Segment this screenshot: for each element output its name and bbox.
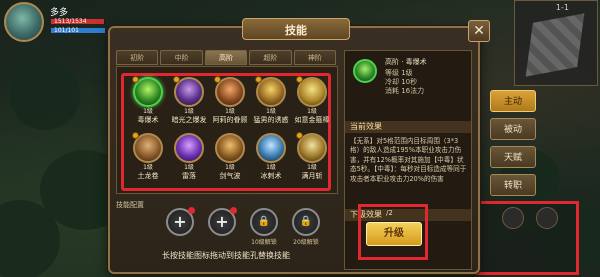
- dialog-title-plate: 技能: [242, 18, 350, 40]
- skill-name-label: 剑气波: [219, 172, 241, 180]
- skill-marker-icon: [132, 132, 139, 139]
- skill-icon[interactable]: [132, 76, 163, 107]
- skill-level-label: 1级: [143, 108, 153, 115]
- skill-icon[interactable]: [296, 132, 327, 163]
- skill-marker-icon: [296, 76, 303, 83]
- map-label: 1-1: [555, 3, 569, 12]
- mp-bar: 101/101: [50, 27, 106, 34]
- skill-level-label: 1级: [307, 108, 317, 115]
- skill-name-label: 雷落: [182, 172, 196, 180]
- slot-unlock-caption: 10级解锁: [251, 239, 277, 246]
- current-effect-heading: 当前效果: [345, 121, 471, 133]
- drag-hint: 长按技能图标拖动到技能孔替换技能: [162, 251, 290, 260]
- skill-level-label: 1级: [143, 164, 153, 171]
- side-menu-button[interactable]: 被动: [490, 118, 536, 140]
- skill-grid: 1级 毒爆术 1级 暗光之爆发 1级 阿莉的眷顾 1级 猛男的诱惑 1级 如意金箍棒 1级 土龙卷 1级…: [116, 66, 338, 194]
- skill-item[interactable]: 1级 冰刺术: [252, 133, 290, 185]
- skill-icon[interactable]: [215, 133, 245, 163]
- skill-icon[interactable]: [132, 132, 163, 163]
- skill-slots: + + 🔒 10级解锁 🔒 20级解锁: [166, 206, 336, 246]
- add-skill-slot[interactable]: +: [208, 207, 237, 236]
- skill-name-label: 冰刺术: [260, 172, 282, 180]
- action-button-area[interactable]: [476, 201, 579, 275]
- dialog-title: 技能: [285, 24, 307, 37]
- upgrade-button[interactable]: 升级: [366, 222, 422, 246]
- skill-name-label: 满月斩: [301, 172, 323, 180]
- skill-item[interactable]: 1级 剑气波: [211, 133, 249, 185]
- side-menu-button[interactable]: 转职: [490, 174, 536, 196]
- skill-marker-icon: [255, 76, 262, 83]
- skill-item[interactable]: 1级 猛男的诱惑: [252, 76, 290, 129]
- skill-category-menu: 主动 被动 天赋 转职: [490, 90, 538, 202]
- add-skill-slot[interactable]: +: [166, 207, 195, 236]
- skill-level-label: 1级: [225, 108, 235, 115]
- player-hud: 多多 1513/1534 101/101: [4, 2, 124, 42]
- skill-icon[interactable]: [173, 76, 204, 107]
- hp-bar: 1513/1534: [50, 18, 106, 25]
- skill-name-label: 毒爆术: [137, 116, 159, 124]
- skill-icon[interactable]: [256, 133, 286, 163]
- side-menu-button[interactable]: 主动: [490, 90, 536, 112]
- highlight-box: [476, 201, 579, 275]
- skill-tier-name: 高阶 · 毒爆术: [385, 58, 427, 66]
- skill-item[interactable]: 1级 满月斩: [293, 132, 331, 185]
- tab-tier[interactable]: 高阶: [204, 50, 248, 65]
- notification-badge: [188, 207, 195, 214]
- selected-skill-icon: [353, 59, 377, 83]
- upgrade-cost: /2: [386, 209, 393, 217]
- skill-level-label: 1级: [307, 164, 317, 171]
- skill-icon[interactable]: [174, 133, 204, 163]
- skill-marker-icon: [296, 132, 303, 139]
- skill-marker-icon: [132, 76, 139, 83]
- slot-unlock-caption: 20级解锁: [293, 239, 319, 246]
- skill-name-label: 暗光之爆发: [171, 116, 207, 124]
- skill-item[interactable]: 1级 阿莉的眷顾: [211, 76, 249, 129]
- minimap-tiles: [525, 13, 585, 77]
- side-menu-button[interactable]: 天赋: [490, 146, 536, 168]
- skill-level-label: 1级: [225, 164, 235, 171]
- tab-tier[interactable]: 初阶: [116, 50, 159, 65]
- player-avatar[interactable]: [4, 2, 44, 42]
- minimap[interactable]: 1-1: [514, 0, 598, 86]
- tab-tier[interactable]: 神阶: [293, 50, 337, 65]
- skill-item[interactable]: 1级 土龙卷: [129, 132, 167, 185]
- current-effect-text: 【无系】对5格范围内目标周围（3*3格）的敌人造成195%本职业攻击力伤害，并有…: [350, 137, 467, 183]
- locked-skill-slot[interactable]: 🔒: [250, 208, 278, 236]
- skill-name-label: 猛男的诱惑: [253, 116, 289, 124]
- skill-item[interactable]: 1级 如意金箍棒: [293, 76, 331, 129]
- skill-name-label: 土龙卷: [137, 172, 159, 180]
- skill-name-label: 如意金箍棒: [294, 116, 330, 124]
- skill-item[interactable]: 1级 毒爆术: [129, 76, 167, 129]
- tier-tabs: 初阶 中阶 高阶 超阶 神阶: [116, 50, 338, 66]
- skill-item[interactable]: 1级 雷落: [170, 133, 208, 185]
- mp-text: 101/101: [54, 27, 79, 34]
- skill-icon[interactable]: [296, 76, 327, 107]
- skill-name-label: 阿莉的眷顾: [212, 116, 248, 124]
- skill-item[interactable]: 1级 暗光之爆发: [170, 76, 208, 129]
- skill-marker-icon: [214, 76, 221, 83]
- skill-marker-icon: [173, 76, 180, 83]
- skill-level-label: 1级: [184, 164, 194, 171]
- close-button[interactable]: ✕: [468, 20, 490, 42]
- tab-tier[interactable]: 超阶: [249, 50, 292, 65]
- skill-config-label: 技能配置: [116, 201, 144, 209]
- locked-skill-slot[interactable]: 🔒: [292, 208, 320, 236]
- skill-level-label: 1级: [266, 108, 276, 115]
- skill-level-label: 1级: [266, 164, 276, 171]
- tab-tier[interactable]: 中阶: [160, 50, 203, 65]
- skill-icon[interactable]: [214, 76, 245, 107]
- skill-dialog: 技能 ✕ 初阶 中阶 高阶 超阶 神阶 1级 毒爆术 1级 暗光之爆发 1级 阿莉的眷顾 1级 猛男的…: [108, 18, 490, 274]
- skill-level-label: 1级: [184, 108, 194, 115]
- skill-cost: 消耗 16法力: [385, 87, 425, 95]
- skill-icon[interactable]: [255, 76, 286, 107]
- notification-badge: [230, 207, 237, 214]
